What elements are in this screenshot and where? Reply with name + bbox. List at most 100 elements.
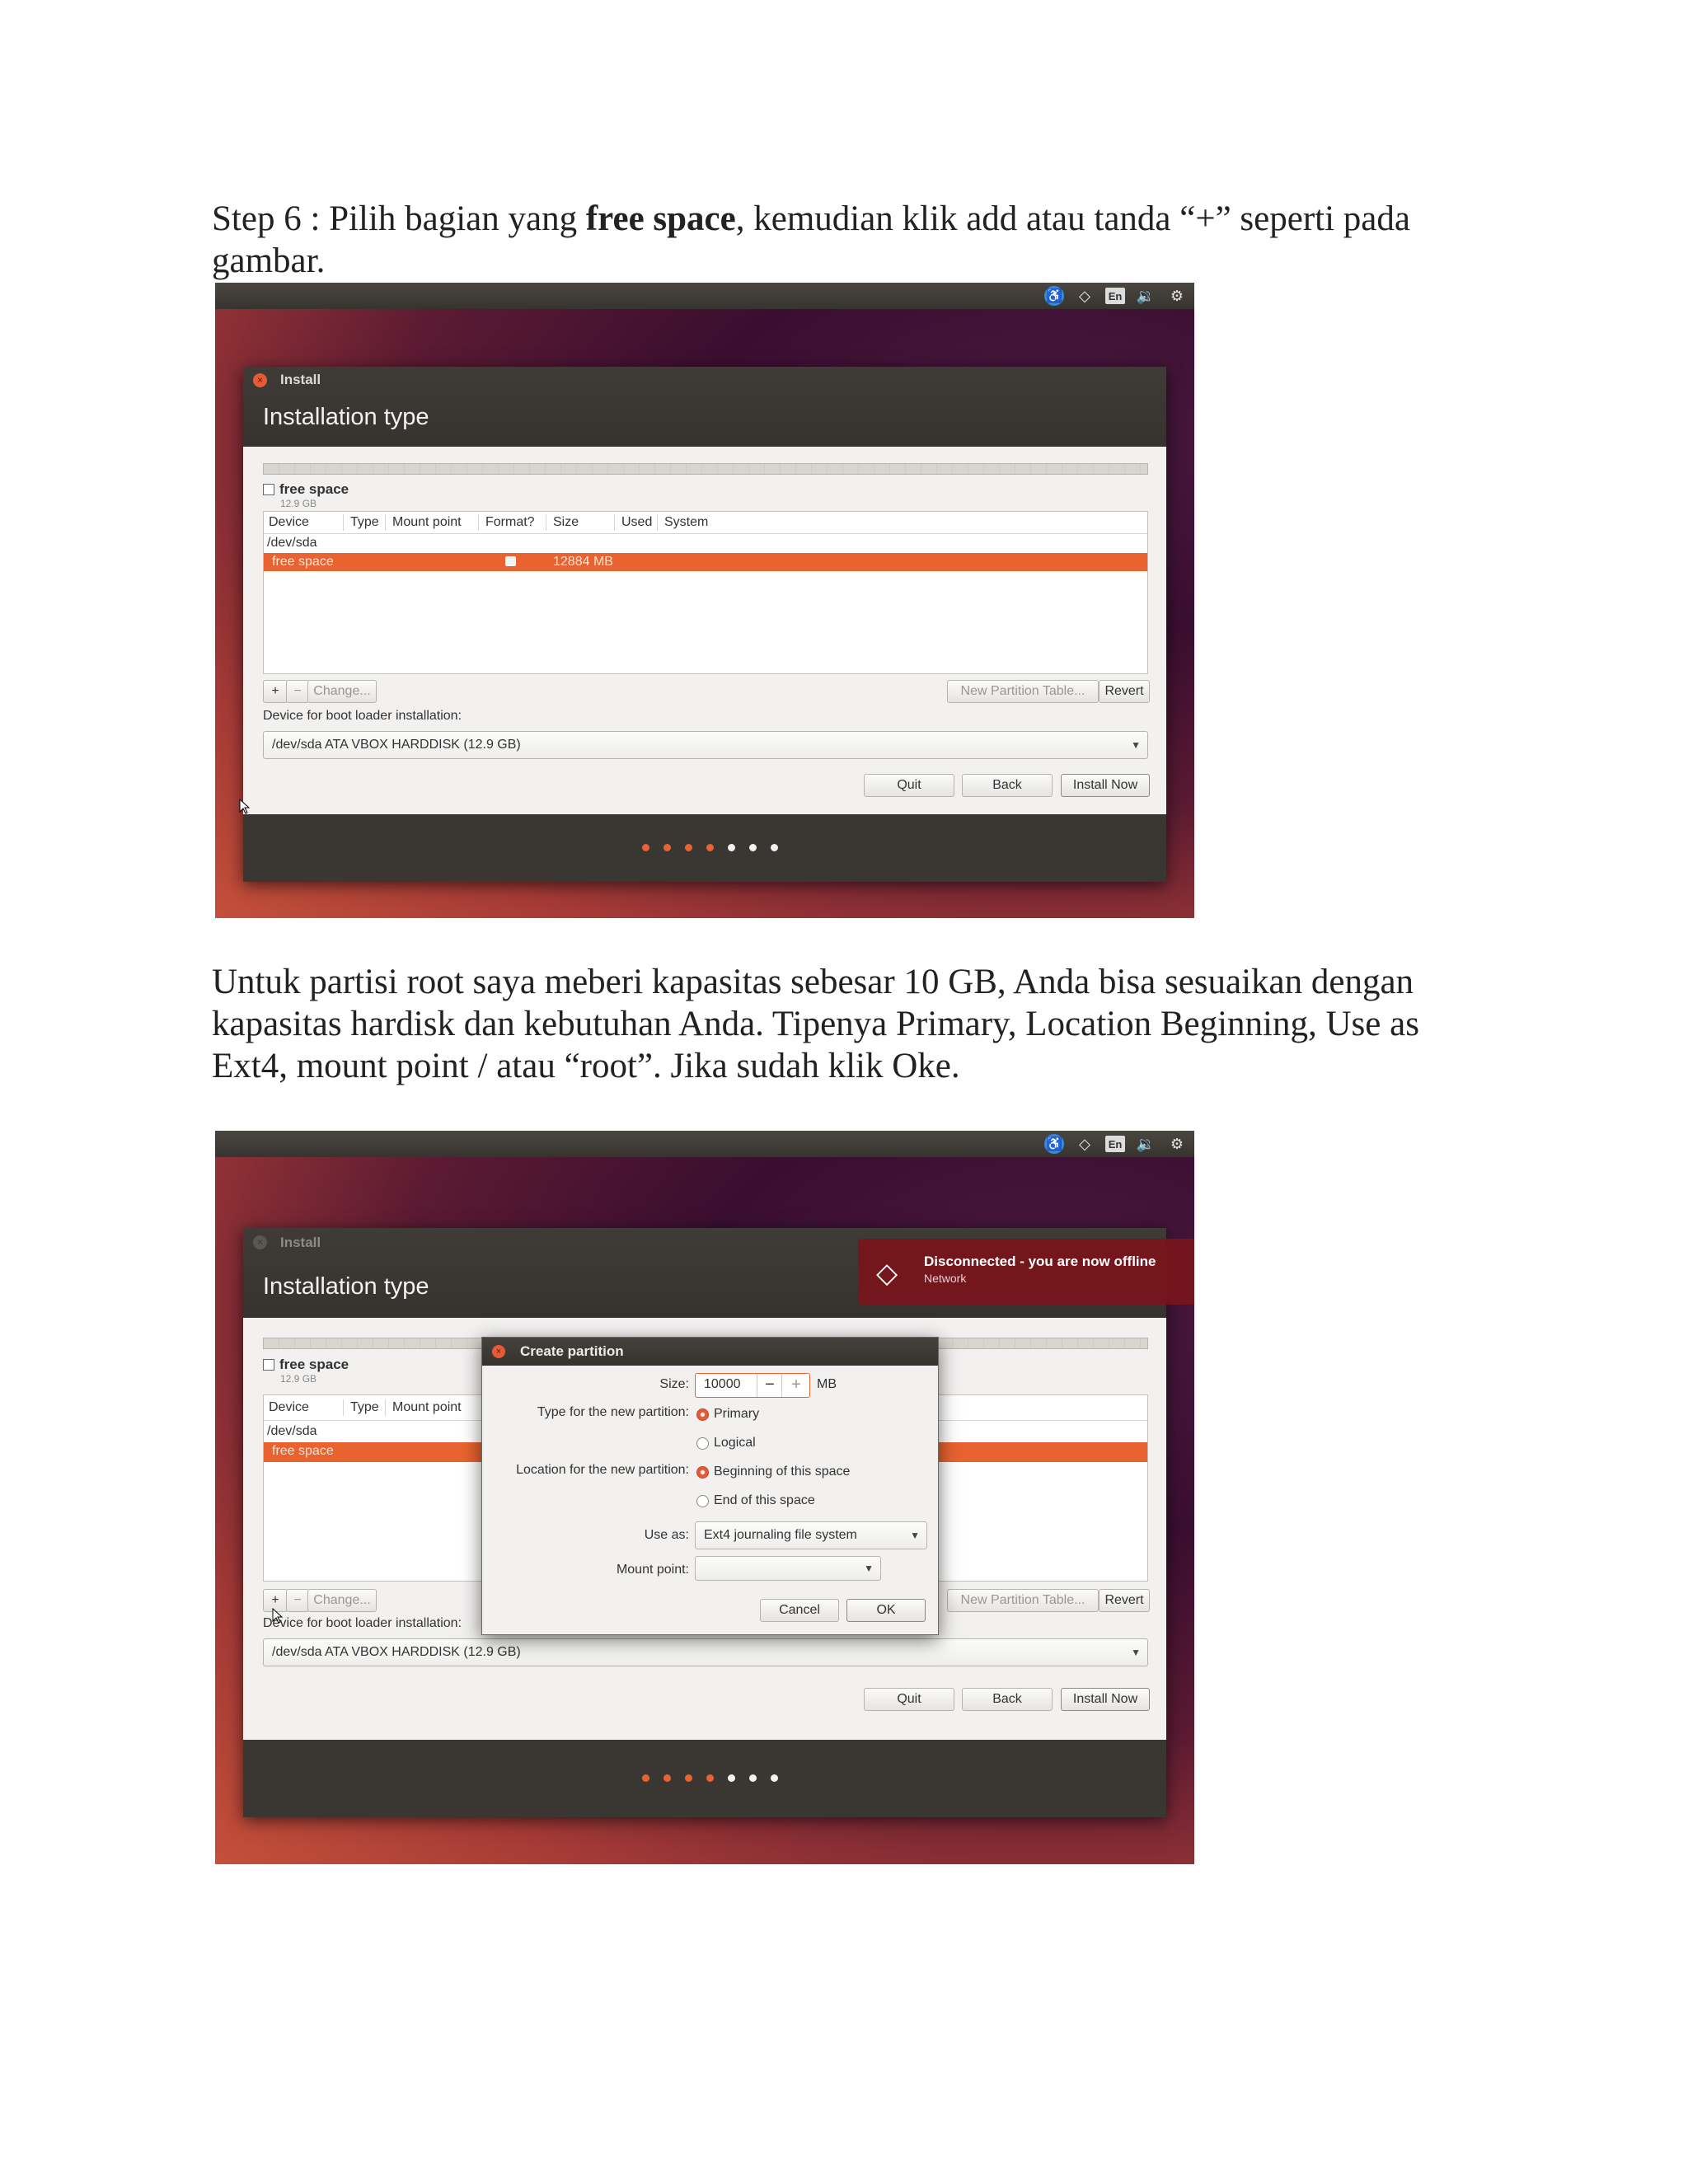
wifi-icon[interactable]: ◇: [1074, 1134, 1095, 1154]
progress-footer: [243, 814, 1166, 882]
revert-button[interactable]: Revert: [1099, 680, 1150, 703]
install-window: × Install Installation type free space 1…: [243, 367, 1166, 882]
increment-button[interactable]: +: [781, 1374, 810, 1397]
location-label: Location for the new partition:: [516, 1463, 689, 1477]
window-titlebar: × Install Installation type: [243, 367, 1166, 447]
install-now-button[interactable]: Install Now: [1061, 1688, 1150, 1711]
network-icon[interactable]: ◇: [1074, 286, 1095, 306]
notification-title: Disconnected - you are now offline: [924, 1254, 1156, 1269]
radio-indicator: [696, 1494, 709, 1507]
column-used[interactable]: Used: [621, 515, 652, 530]
row-size: 12884 MB: [553, 555, 613, 569]
progress-dot: [663, 844, 671, 851]
screenshot-create-partition: ♿ ◇ En 🔉 ⚙ × Install Installation type f…: [215, 1131, 1194, 1864]
progress-dot: [771, 844, 778, 851]
close-icon[interactable]: ×: [253, 373, 267, 387]
quit-button[interactable]: Quit: [864, 774, 954, 797]
remove-partition-button[interactable]: −: [286, 1589, 309, 1612]
radio-beginning[interactable]: Beginning of this space: [696, 1465, 850, 1479]
size-input[interactable]: 10000: [704, 1377, 741, 1392]
keyboard-language-indicator[interactable]: En: [1105, 1136, 1125, 1152]
legend-free-space: free space: [263, 481, 349, 498]
step-6-instruction: Step 6 : Pilih bagian yang free space, k…: [212, 198, 1481, 282]
ubuntu-top-panel: ♿ ◇ En 🔉 ⚙: [215, 283, 1194, 309]
wifi-icon: ◇: [876, 1258, 898, 1289]
page-title: Installation type: [263, 404, 429, 430]
progress-footer: [243, 1740, 1166, 1817]
volume-icon[interactable]: 🔉: [1135, 286, 1156, 306]
table-row[interactable]: /dev/sda: [264, 534, 1147, 552]
boot-loader-value: /dev/sda ATA VBOX HARDDISK (12.9 GB): [272, 738, 521, 752]
back-button[interactable]: Back: [962, 774, 1053, 797]
step-6-prefix: Step 6 : Pilih bagian yang: [212, 199, 586, 238]
table-row-selected[interactable]: free space 12884 MB: [264, 553, 1147, 571]
radio-end[interactable]: End of this space: [696, 1493, 815, 1508]
format-checkbox[interactable]: [505, 556, 516, 566]
system-tray: ♿ ◇ En 🔉 ⚙: [1044, 1133, 1188, 1155]
column-device[interactable]: Device: [269, 515, 309, 530]
change-partition-button[interactable]: Change...: [307, 680, 377, 703]
window-body: free space 12.9 GB Device Type Mount poi…: [243, 447, 1166, 814]
mount-point-label: Mount point:: [616, 1563, 689, 1577]
column-format[interactable]: Format?: [485, 515, 535, 530]
remove-partition-button[interactable]: −: [286, 680, 309, 703]
radio-logical[interactable]: Logical: [696, 1436, 756, 1451]
mount-point-select[interactable]: ▼: [695, 1556, 881, 1581]
column-mount-point[interactable]: Mount point: [392, 1400, 462, 1415]
mouse-cursor-icon: [272, 1608, 284, 1624]
step-6-bold: free space: [585, 199, 736, 238]
back-button[interactable]: Back: [962, 1688, 1053, 1711]
legend-swatch: [263, 1359, 274, 1371]
ubuntu-top-panel: ♿ ◇ En 🔉 ⚙: [215, 1131, 1194, 1157]
boot-loader-select[interactable]: /dev/sda ATA VBOX HARDDISK (12.9 GB) ▼: [263, 731, 1148, 759]
chevron-down-icon: ▼: [864, 1563, 874, 1574]
system-tray: ♿ ◇ En 🔉 ⚙: [1044, 285, 1188, 307]
radio-primary[interactable]: Primary: [696, 1407, 759, 1422]
cancel-button[interactable]: Cancel: [760, 1599, 839, 1622]
close-icon[interactable]: ×: [492, 1345, 505, 1358]
decrement-button[interactable]: −: [757, 1374, 782, 1397]
new-partition-table-button[interactable]: New Partition Table...: [947, 680, 1099, 703]
ok-button[interactable]: OK: [846, 1599, 926, 1622]
revert-button[interactable]: Revert: [1099, 1589, 1150, 1612]
size-label: Size:: [659, 1377, 689, 1391]
column-mount-point[interactable]: Mount point: [392, 515, 462, 530]
boot-loader-select[interactable]: /dev/sda ATA VBOX HARDDISK (12.9 GB) ▼: [263, 1638, 1148, 1666]
quit-button[interactable]: Quit: [864, 1688, 954, 1711]
progress-dot: [749, 1774, 757, 1782]
gear-icon[interactable]: ⚙: [1166, 286, 1188, 306]
legend-free-space: free space: [263, 1357, 349, 1373]
accessibility-icon[interactable]: ♿: [1044, 1134, 1064, 1154]
gear-icon[interactable]: ⚙: [1166, 1134, 1188, 1154]
keyboard-language-indicator[interactable]: En: [1105, 288, 1125, 304]
close-icon[interactable]: ×: [253, 1235, 267, 1249]
column-size[interactable]: Size: [553, 515, 579, 530]
legend-label: free space: [279, 481, 349, 497]
size-stepper[interactable]: 10000 − +: [695, 1373, 810, 1398]
volume-icon[interactable]: 🔉: [1135, 1134, 1156, 1154]
root-partition-instruction: Untuk partisi root saya meberi kapasitas…: [212, 963, 1419, 1085]
table-header: Device Type Mount point Format? Size Use…: [264, 512, 1147, 534]
column-type[interactable]: Type: [350, 1400, 379, 1415]
type-label: Type for the new partition:: [537, 1405, 689, 1419]
install-now-button[interactable]: Install Now: [1061, 774, 1150, 797]
column-type[interactable]: Type: [350, 515, 379, 530]
new-partition-table-button[interactable]: New Partition Table...: [947, 1589, 1099, 1612]
chevron-down-icon: ▼: [1131, 1647, 1141, 1658]
legend-size: 12.9 GB: [280, 1373, 317, 1385]
use-as-label: Use as:: [644, 1528, 689, 1542]
use-as-select[interactable]: Ext4 journaling file system ▼: [695, 1521, 927, 1549]
progress-dot: [685, 1774, 692, 1782]
column-device[interactable]: Device: [269, 1400, 309, 1415]
column-system[interactable]: System: [664, 515, 708, 530]
radio-label: Logical: [714, 1436, 756, 1450]
progress-dots: [642, 844, 778, 851]
change-partition-button[interactable]: Change...: [307, 1589, 377, 1612]
column-separator: [343, 514, 344, 531]
row-device: free space: [272, 555, 334, 569]
accessibility-icon[interactable]: ♿: [1044, 286, 1064, 306]
add-partition-button[interactable]: +: [263, 680, 288, 703]
radio-indicator: [696, 1408, 709, 1421]
chevron-down-icon: ▼: [910, 1530, 920, 1541]
radio-label: Beginning of this space: [714, 1465, 851, 1479]
